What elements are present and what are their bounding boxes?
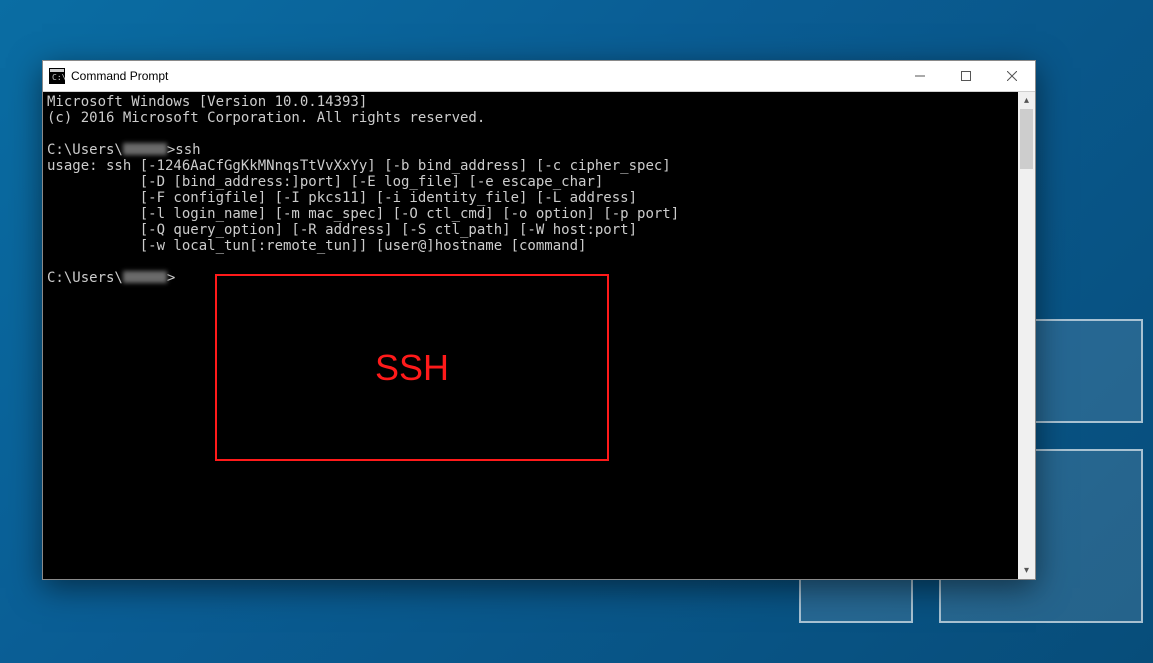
maximize-button[interactable] (943, 61, 989, 91)
annotation-box: SSH (215, 274, 609, 461)
scroll-up-arrow[interactable]: ▴ (1018, 92, 1035, 109)
console-output[interactable]: Microsoft Windows [Version 10.0.14393] (… (43, 92, 1018, 579)
scroll-thumb[interactable] (1020, 109, 1033, 169)
annotation-label: SSH (375, 360, 449, 376)
titlebar[interactable]: C:\ Command Prompt (43, 61, 1035, 92)
redacted-username (123, 271, 167, 283)
scroll-down-arrow[interactable]: ▾ (1018, 562, 1035, 579)
desktop-background: C:\ Command Prompt Microsoft Windows [Ve… (0, 0, 1153, 663)
window-title: Command Prompt (71, 69, 168, 83)
svg-text:C:\: C:\ (52, 73, 65, 82)
minimize-button[interactable] (897, 61, 943, 91)
close-button[interactable] (989, 61, 1035, 91)
cmd-icon: C:\ (49, 68, 65, 84)
vertical-scrollbar[interactable]: ▴ ▾ (1018, 92, 1035, 579)
redacted-username (123, 143, 167, 155)
command-prompt-window: C:\ Command Prompt Microsoft Windows [Ve… (42, 60, 1036, 580)
